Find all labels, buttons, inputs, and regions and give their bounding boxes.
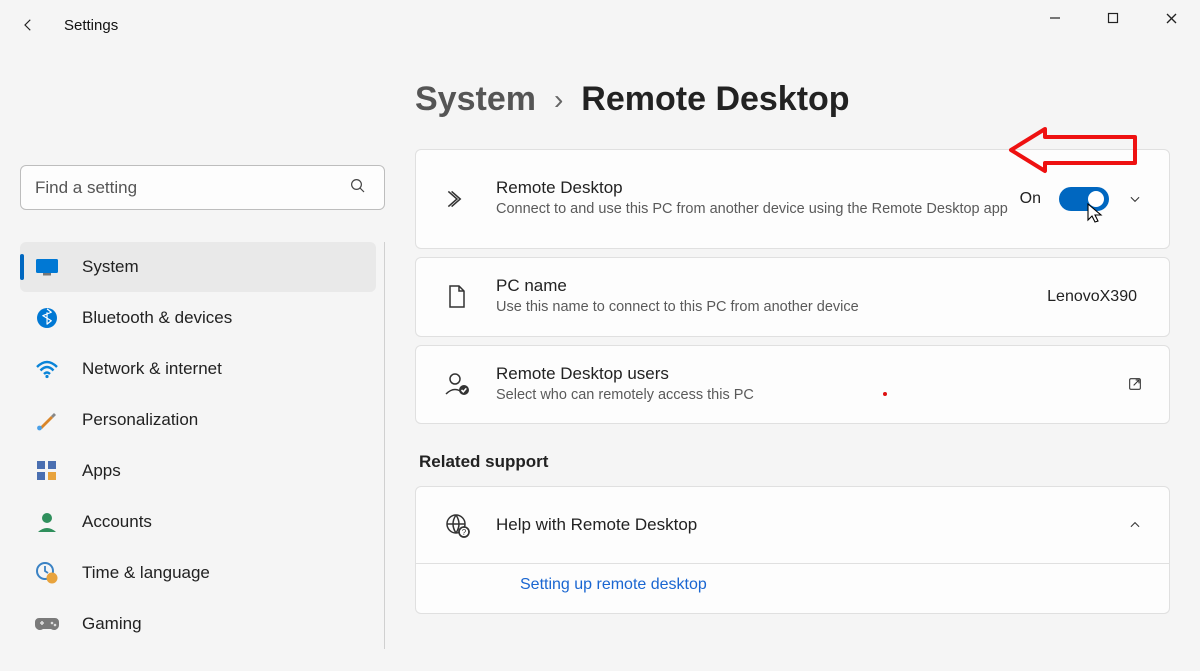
sidebar-item-personalization[interactable]: Personalization — [20, 395, 376, 445]
svg-text:?: ? — [462, 528, 467, 537]
related-support-heading: Related support — [419, 452, 1170, 472]
card-desc: Select who can remotely access this PC — [496, 386, 1127, 406]
search-input[interactable] — [20, 165, 385, 210]
sidebar-item-label: Network & internet — [82, 359, 222, 379]
sidebar-item-label: Apps — [82, 461, 121, 481]
sidebar: System Bluetooth & devices Network & int… — [0, 50, 395, 671]
toggle-state-label: On — [1020, 190, 1041, 208]
bluetooth-icon — [34, 305, 60, 331]
card-title: Remote Desktop — [496, 178, 1020, 198]
breadcrumb-current: Remote Desktop — [581, 80, 849, 119]
app-title: Settings — [64, 17, 118, 34]
annotation-dot — [883, 392, 887, 396]
close-button[interactable] — [1142, 0, 1200, 36]
chevron-up-icon[interactable] — [1127, 517, 1143, 533]
card-title: Remote Desktop users — [496, 364, 1127, 384]
globe-help-icon: ? — [442, 510, 472, 540]
open-external-icon — [1127, 376, 1143, 392]
back-button[interactable] — [10, 7, 46, 43]
sidebar-item-network[interactable]: Network & internet — [20, 344, 376, 394]
sidebar-item-bluetooth[interactable]: Bluetooth & devices — [20, 293, 376, 343]
window-controls — [1026, 0, 1200, 36]
card-title: PC name — [496, 276, 1047, 296]
card-title: Help with Remote Desktop — [496, 515, 1127, 535]
card-desc: Connect to and use this PC from another … — [496, 200, 1020, 220]
chevron-right-icon: › — [554, 84, 563, 116]
search-icon — [349, 177, 367, 200]
card-remote-users[interactable]: Remote Desktop users Select who can remo… — [415, 345, 1170, 425]
sidebar-item-label: Accounts — [82, 512, 152, 532]
sidebar-item-accounts[interactable]: Accounts — [20, 497, 376, 547]
user-check-icon — [442, 369, 472, 399]
card-desc: Use this name to connect to this PC from… — [496, 298, 1047, 318]
document-icon — [442, 282, 472, 312]
annotation-arrow — [1005, 125, 1145, 185]
card-help[interactable]: ? Help with Remote Desktop — [415, 486, 1170, 564]
remote-desktop-icon — [442, 184, 472, 214]
sidebar-item-system[interactable]: System — [20, 242, 376, 292]
clock-globe-icon — [34, 560, 60, 586]
sidebar-item-label: Bluetooth & devices — [82, 308, 232, 328]
sidebar-item-time-language[interactable]: Time & language — [20, 548, 376, 598]
display-icon — [34, 254, 60, 280]
setup-remote-desktop-link[interactable]: Setting up remote desktop — [520, 576, 707, 608]
nav-list: System Bluetooth & devices Network & int… — [20, 242, 385, 649]
remote-desktop-toggle[interactable] — [1059, 187, 1109, 211]
gamepad-icon — [34, 611, 60, 637]
wifi-icon — [34, 356, 60, 382]
breadcrumb-parent[interactable]: System — [415, 80, 536, 119]
sidebar-item-label: System — [82, 257, 139, 277]
paintbrush-icon — [34, 407, 60, 433]
pc-name-value: LenovoX390 — [1047, 288, 1137, 306]
apps-icon — [34, 458, 60, 484]
minimize-button[interactable] — [1026, 0, 1084, 36]
card-pc-name: PC name Use this name to connect to this… — [415, 257, 1170, 337]
person-icon — [34, 509, 60, 535]
sidebar-item-gaming[interactable]: Gaming — [20, 599, 376, 649]
chevron-down-icon[interactable] — [1127, 191, 1143, 207]
titlebar: Settings — [0, 0, 1200, 50]
sidebar-item-label: Personalization — [82, 410, 198, 430]
help-link-row: Setting up remote desktop — [415, 564, 1170, 614]
sidebar-item-apps[interactable]: Apps — [20, 446, 376, 496]
maximize-button[interactable] — [1084, 0, 1142, 36]
sidebar-item-label: Time & language — [82, 563, 210, 583]
sidebar-item-label: Gaming — [82, 614, 142, 634]
breadcrumb: System › Remote Desktop — [415, 80, 1170, 119]
